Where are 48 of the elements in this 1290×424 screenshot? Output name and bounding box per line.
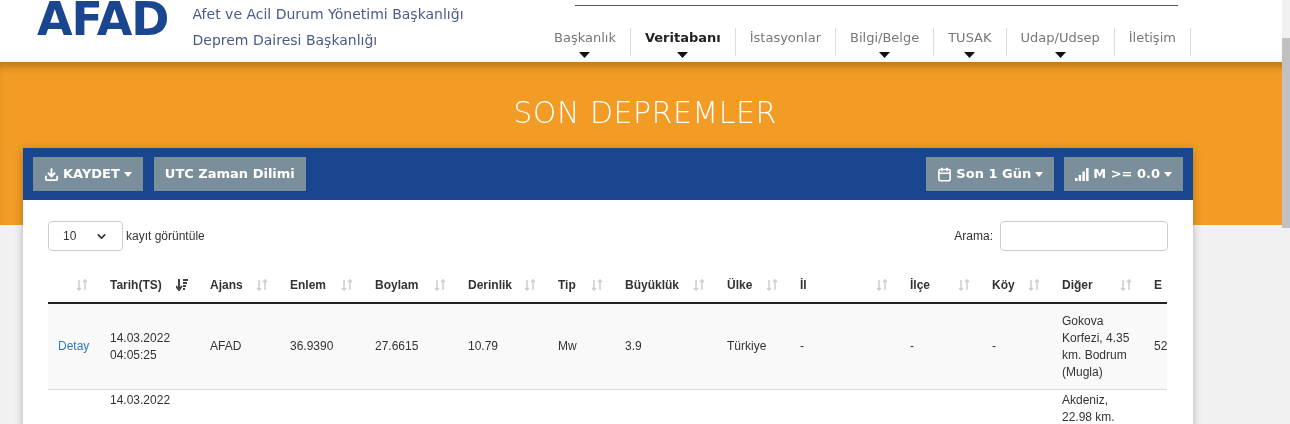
nav-link[interactable]: Bilgi/Belge	[850, 28, 920, 48]
table-cell: Akdeniz, 22.98 km.	[1062, 393, 1115, 424]
calendar-icon	[937, 166, 953, 182]
column-header[interactable]: Tarih(TS)	[110, 275, 162, 294]
afad-logo[interactable]: AFAD	[37, 0, 169, 42]
nav-link[interactable]: İletişim	[1128, 28, 1176, 48]
search-label: Arama:	[954, 228, 993, 245]
column-header[interactable]: Köy	[992, 275, 1015, 294]
download-icon	[44, 166, 59, 182]
column-header[interactable]: Diğer	[1062, 275, 1093, 294]
table-cell: 27.6615	[375, 339, 419, 353]
nav-link[interactable]: Başkanlık	[554, 28, 616, 48]
entries-label: kayıt görüntüle	[126, 228, 205, 245]
nav-link[interactable]: Udap/Udsep	[1020, 28, 1100, 48]
table-cell: 14.03.2022 04:05:25	[110, 330, 171, 362]
column-header[interactable]: Ajans	[210, 275, 243, 294]
nav-link[interactable]: Veritabanı	[644, 28, 721, 48]
table-cell: AFAD	[210, 339, 242, 353]
table-cell: 10.79	[468, 339, 499, 353]
column-header[interactable]: Boylam	[375, 275, 419, 294]
column-header[interactable]: Tip	[558, 275, 576, 294]
table-cell: -	[992, 339, 996, 353]
search-field[interactable]	[1000, 221, 1168, 251]
page-title: SON DEPREMLER	[513, 94, 777, 126]
table-cell: Gokova Korfezi, 4.35 km. Bodrum (Mugla)	[1062, 313, 1130, 379]
column-header[interactable]: İl	[800, 275, 807, 294]
column-header[interactable]: Büyüklük	[625, 275, 679, 294]
detail-link[interactable]: Detay	[58, 339, 90, 353]
column-header[interactable]: Ülke	[727, 275, 753, 294]
table-cell: -	[910, 339, 914, 353]
scrollbar-thumb[interactable]	[1282, 38, 1290, 228]
column-header[interactable]: Derinlik	[468, 275, 512, 294]
nav-link[interactable]: TUSAK	[948, 28, 992, 48]
organization-name: Afet ve Acil Durum Yönetimi Başkanlığı	[192, 5, 464, 24]
table-cell: Türkiye	[727, 339, 767, 353]
column-header[interactable]: E	[1154, 275, 1162, 294]
column-header[interactable]: Enlem	[290, 275, 326, 294]
column-header[interactable]: İlçe	[910, 275, 930, 294]
entries-select[interactable]: 10	[48, 221, 123, 251]
table-cell: 52	[1154, 339, 1167, 353]
table-cell: 36.9390	[290, 339, 334, 353]
table-cell: 3.9	[625, 339, 642, 353]
table-cell: 14.03.2022	[110, 393, 171, 407]
nav-link[interactable]: İstasyonlar	[749, 28, 821, 48]
organization-name: Deprem Dairesi Başkanlığı	[192, 31, 379, 50]
table-cell: Mw	[558, 339, 577, 353]
signal-bars-icon	[1075, 167, 1090, 181]
table-cell: -	[800, 339, 804, 353]
